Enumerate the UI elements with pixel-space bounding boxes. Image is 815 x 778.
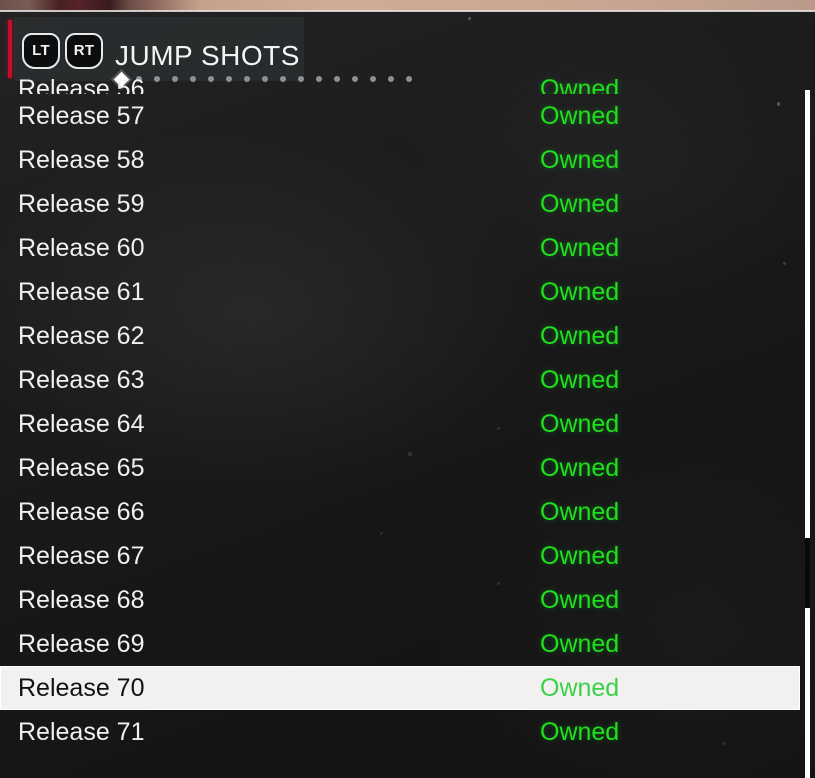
list-item[interactable]: Release 66 Owned xyxy=(0,490,800,534)
release-name: Release 68 xyxy=(18,585,145,614)
release-name: Release 56 xyxy=(18,75,145,94)
ownership-status: Owned xyxy=(540,409,620,438)
list-item[interactable]: Release 67 Owned xyxy=(0,534,800,578)
list-item[interactable]: Release 69 Owned xyxy=(0,622,800,666)
ownership-status: Owned xyxy=(540,277,620,306)
list-item[interactable]: Release 63 Owned xyxy=(0,358,800,402)
list-item[interactable]: Release 58 Owned xyxy=(0,138,800,182)
rt-trigger-button[interactable]: RT xyxy=(65,33,103,69)
release-name: Release 70 xyxy=(18,673,145,702)
ownership-status: Owned xyxy=(540,75,620,94)
release-name: Release 57 xyxy=(18,101,145,130)
list-item[interactable]: Release 64 Owned xyxy=(0,402,800,446)
lt-trigger-label: LT xyxy=(32,41,50,59)
list-item[interactable]: Release 60 Owned xyxy=(0,226,800,270)
release-name: Release 65 xyxy=(18,453,145,482)
vertical-scrollbar[interactable] xyxy=(805,90,810,778)
ownership-status: Owned xyxy=(540,233,620,262)
accent-bar xyxy=(8,20,12,78)
ownership-status: Owned xyxy=(540,145,620,174)
ownership-status: Owned xyxy=(540,101,620,130)
release-name: Release 61 xyxy=(18,277,145,306)
release-name: Release 59 xyxy=(18,189,145,218)
ownership-status: Owned xyxy=(540,629,620,658)
release-name: Release 60 xyxy=(18,233,145,262)
list-item[interactable]: Release 62 Owned xyxy=(0,314,800,358)
release-name: Release 64 xyxy=(18,409,145,438)
ownership-status: Owned xyxy=(540,453,620,482)
list-item[interactable]: Release 56 Owned xyxy=(0,72,800,94)
ownership-status: Owned xyxy=(540,585,620,614)
release-name: Release 58 xyxy=(18,145,145,174)
list-item[interactable]: Release 70 Owned xyxy=(0,666,800,710)
ownership-status: Owned xyxy=(540,673,620,702)
list-item[interactable]: Release 59 Owned xyxy=(0,182,800,226)
ownership-status: Owned xyxy=(540,717,620,746)
ownership-status: Owned xyxy=(540,497,620,526)
release-name: Release 66 xyxy=(18,497,145,526)
ownership-status: Owned xyxy=(540,321,620,350)
release-list[interactable]: Release 56 Owned Release 57 Owned Release 58… xyxy=(0,72,800,778)
list-item[interactable]: Release 61 Owned xyxy=(0,270,800,314)
ownership-status: Owned xyxy=(540,365,620,394)
ownership-status: Owned xyxy=(540,189,620,218)
release-name: Release 71 xyxy=(18,717,145,746)
list-item[interactable]: Release 65 Owned xyxy=(0,446,800,490)
list-item[interactable]: Release 68 Owned xyxy=(0,578,800,622)
release-name: Release 63 xyxy=(18,365,145,394)
lt-trigger-button[interactable]: LT xyxy=(22,33,60,69)
release-name: Release 69 xyxy=(18,629,145,658)
rt-trigger-label: RT xyxy=(73,41,95,59)
release-name: Release 67 xyxy=(18,541,145,570)
release-name: Release 62 xyxy=(18,321,145,350)
list-item[interactable]: Release 57 Owned xyxy=(0,94,800,138)
ownership-status: Owned xyxy=(540,541,620,570)
page-title: JUMP SHOTS xyxy=(115,40,300,71)
game-menu-screen: LT RT JUMP SHOTS Release 56 Owned Release … xyxy=(0,0,815,778)
scrollbar-thumb[interactable] xyxy=(805,538,810,608)
list-item[interactable]: Release 71 Owned xyxy=(0,710,800,754)
